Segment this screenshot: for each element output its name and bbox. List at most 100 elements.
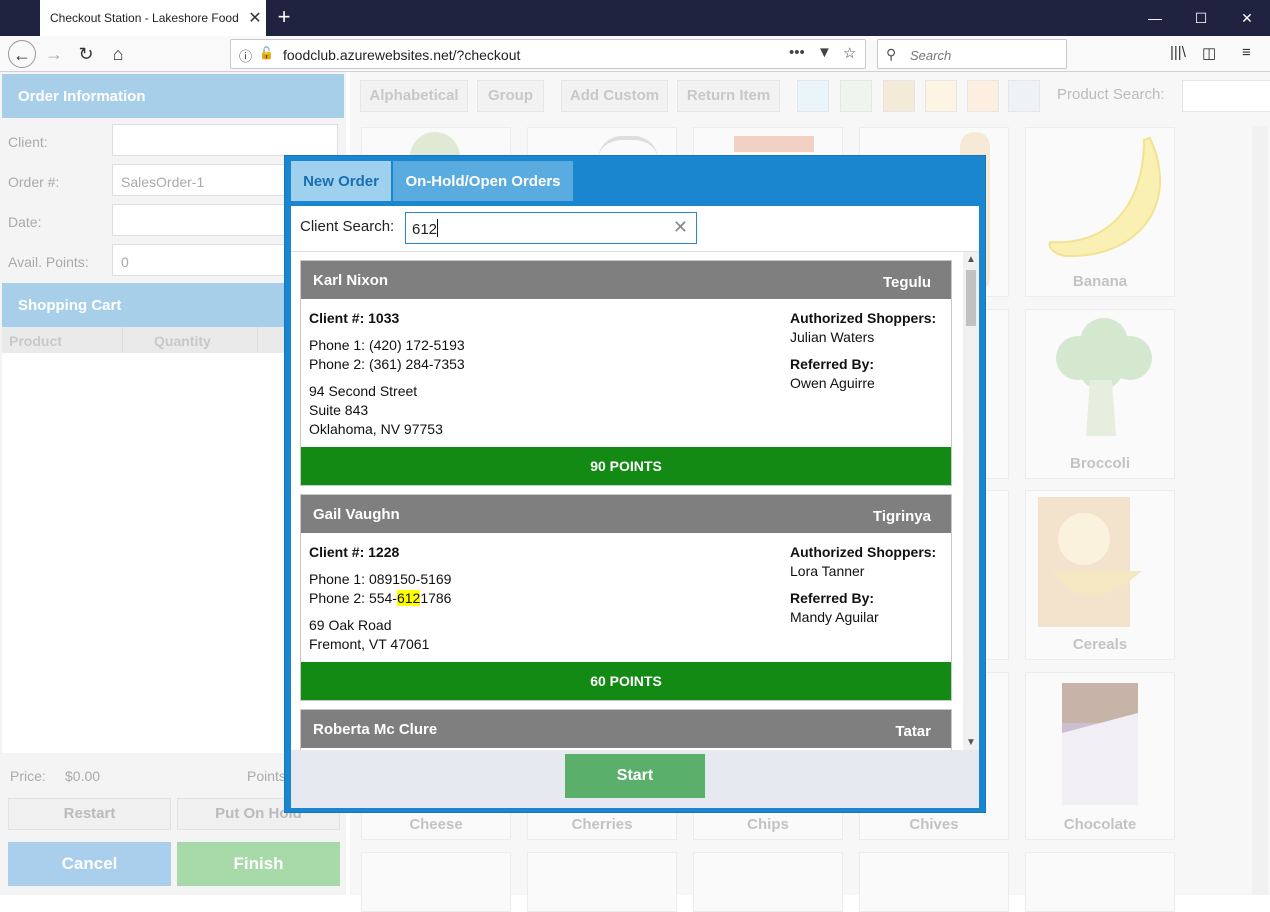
client-card[interactable]: Gail Vaughn Tigrinya Client #: 1228 Phon… — [300, 494, 952, 701]
price-label: Price: — [10, 768, 46, 784]
address-line-2: Suite 843 — [309, 402, 369, 418]
chocolate-icon — [1062, 683, 1138, 805]
client-search-value: 612 — [412, 221, 438, 238]
bookmark-star-icon[interactable]: ☆ — [843, 44, 856, 62]
banana-icon — [1048, 136, 1162, 258]
product-tile-row5-4[interactable] — [859, 852, 1009, 912]
finish-button[interactable]: Finish — [177, 842, 340, 886]
client-name: Roberta Mc Clure — [313, 721, 438, 738]
page-actions-icon[interactable]: ••• — [789, 44, 805, 61]
restart-button[interactable]: Restart — [8, 798, 171, 830]
address-line-1: 69 Oak Road — [309, 617, 392, 633]
search-placeholder: Search — [910, 48, 952, 63]
home-icon[interactable]: ⌂ — [104, 40, 132, 68]
scroll-thumb[interactable] — [966, 270, 976, 326]
client-search-label: Client Search: — [300, 218, 395, 235]
tab-close-icon[interactable]: ✕ — [244, 8, 266, 28]
order-info-header: Order Information — [2, 74, 344, 118]
points-bar: 90 POINTS — [301, 447, 951, 485]
authorized-shopper: Lora Tanner — [790, 563, 865, 579]
browser-tab[interactable]: Checkout Station - Lakeshore Food ✕ — [40, 0, 266, 36]
client-number: Client #: 1228 — [309, 544, 400, 560]
reload-icon[interactable]: ↻ — [72, 40, 100, 68]
url-bar[interactable]: ⓘ 🔓 foodclub.azurewebsites.net/?checkout… — [230, 39, 866, 69]
category-swatch-2[interactable] — [840, 80, 872, 112]
tab-title: Checkout Station - Lakeshore Food — [50, 11, 239, 25]
search-match-highlight: 612 — [396, 590, 421, 606]
client-card[interactable]: Roberta Mc Clure Tatar — [300, 709, 952, 750]
close-window-icon[interactable]: ✕ — [1224, 0, 1270, 36]
date-label: Date: — [8, 214, 42, 230]
referred-by: Owen Aguirre — [790, 375, 875, 391]
insecure-lock-icon[interactable]: 🔓 — [259, 46, 274, 60]
quantity-column-header[interactable]: Quantity — [154, 333, 211, 349]
price-value: $0.00 — [65, 768, 101, 784]
address-line-2: Fremont, VT 47061 — [309, 636, 430, 652]
product-search-input[interactable] — [1182, 80, 1270, 112]
tab-new-order[interactable]: New Order — [291, 161, 391, 201]
scroll-down-icon[interactable]: ▼ — [963, 737, 979, 748]
return-item-button[interactable]: Return Item — [677, 80, 780, 112]
client-search-bar: Client Search: 612 ✕ — [291, 206, 979, 252]
back-icon[interactable]: ← — [8, 40, 36, 68]
browser-search-input[interactable]: ⚲ Search — [877, 39, 1067, 69]
address-line-3: Oklahoma, NV 97753 — [309, 421, 443, 437]
authorized-shopper: Julian Waters — [790, 329, 875, 345]
client-card-header: Karl Nixon Tegulu — [301, 261, 951, 299]
product-tile-chocolate[interactable]: Chocolate — [1025, 672, 1175, 840]
maximize-icon[interactable]: ☐ — [1178, 0, 1224, 36]
alphabetical-button[interactable]: Alphabetical — [360, 80, 468, 112]
cancel-button[interactable]: Cancel — [8, 842, 171, 886]
client-card-header: Roberta Mc Clure Tatar — [301, 710, 951, 748]
product-tile-row5-2[interactable] — [527, 852, 677, 912]
library-icon[interactable]: |||\ — [1170, 44, 1186, 61]
referred-by-label: Referred By: — [790, 590, 875, 606]
category-swatch-5[interactable] — [967, 80, 999, 112]
client-name: Gail Vaughn — [313, 506, 400, 523]
product-tile-broccoli[interactable]: Broccoli — [1025, 309, 1175, 479]
client-search-input[interactable]: 612 ✕ — [405, 212, 697, 244]
clear-search-icon[interactable]: ✕ — [673, 217, 688, 238]
category-swatch-4[interactable] — [925, 80, 957, 112]
product-tile-cereals[interactable]: Cereals — [1025, 490, 1175, 660]
cereal-icon — [1038, 497, 1142, 627]
new-tab-icon[interactable]: + — [272, 4, 296, 30]
product-tile-banana[interactable]: Banana — [1025, 127, 1175, 297]
product-scrollbar[interactable] — [1252, 126, 1268, 895]
category-swatch-1[interactable] — [797, 80, 829, 112]
start-button[interactable]: Start — [565, 754, 705, 798]
scroll-up-icon[interactable]: ▲ — [963, 254, 979, 265]
sidebar-icon[interactable]: ◫ — [1202, 44, 1216, 62]
client-card[interactable]: Karl Nixon Tegulu Client #: 1033 Phone 1… — [300, 260, 952, 486]
url-text: foodclub.azurewebsites.net/?checkout — [283, 47, 521, 63]
client-card-header: Gail Vaughn Tigrinya — [301, 495, 951, 533]
phone-2: Phone 2: (361) 284-7353 — [309, 356, 465, 372]
client-language: Tigrinya — [872, 508, 931, 525]
product-tile-row5-1[interactable] — [361, 852, 511, 912]
product-tile-row5-5[interactable] — [1025, 852, 1175, 912]
category-swatch-3[interactable] — [883, 80, 915, 112]
tab-on-hold-orders[interactable]: On-Hold/Open Orders — [393, 161, 573, 201]
minimize-icon[interactable]: — — [1132, 0, 1178, 36]
product-tile-row5-3[interactable] — [693, 852, 843, 912]
phone-1: Phone 1: 089150-5169 — [309, 571, 452, 587]
forward-icon[interactable]: → — [40, 40, 68, 68]
add-custom-button[interactable]: Add Custom — [561, 80, 668, 112]
product-column-header[interactable]: Product — [9, 333, 62, 349]
client-field[interactable] — [112, 124, 338, 156]
title-bar: Checkout Station - Lakeshore Food ✕ + — … — [0, 0, 1270, 36]
client-name: Karl Nixon — [313, 272, 389, 289]
client-language: Tegulu — [882, 274, 931, 291]
client-results-list: Karl Nixon Tegulu Client #: 1033 Phone 1… — [291, 252, 979, 750]
menu-icon[interactable]: ≡ — [1242, 44, 1251, 61]
broccoli-icon — [1056, 318, 1152, 436]
search-icon: ⚲ — [886, 46, 897, 62]
phone-1: Phone 1: (420) 172-5193 — [309, 337, 465, 353]
category-swatch-6[interactable] — [1008, 80, 1040, 112]
pocket-icon[interactable]: ▼ — [817, 44, 832, 61]
client-list-scrollbar[interactable]: ▲ ▼ — [963, 252, 979, 750]
info-icon[interactable]: ⓘ — [239, 46, 252, 65]
authorized-shoppers-label: Authorized Shoppers: — [790, 544, 937, 560]
group-button[interactable]: Group — [477, 80, 544, 112]
bacon-icon — [734, 136, 814, 152]
